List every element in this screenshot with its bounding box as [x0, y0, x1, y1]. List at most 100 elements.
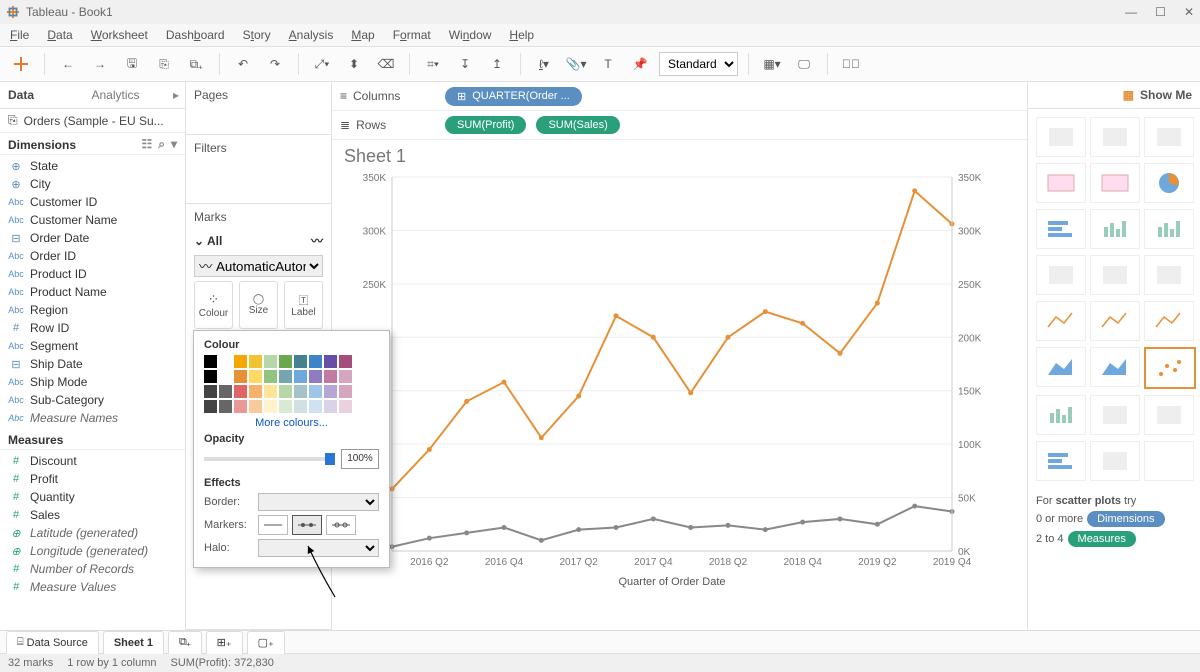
back-icon[interactable]: ←: [55, 51, 81, 77]
menu-dashboard[interactable]: Dashboard: [166, 28, 225, 42]
field-order-date[interactable]: ⊟Order Date: [0, 229, 185, 247]
swatch[interactable]: [294, 370, 307, 383]
menu-analysis[interactable]: Analysis: [289, 28, 334, 42]
showme-tree[interactable]: [1144, 117, 1194, 157]
clear-sheet-icon[interactable]: ⌫: [373, 51, 399, 77]
swatch[interactable]: [219, 400, 232, 413]
marks-all-row[interactable]: ⌄ All 〰: [186, 230, 331, 251]
search-icon[interactable]: ⌕: [158, 137, 165, 152]
swatch[interactable]: [219, 370, 232, 383]
swatch[interactable]: [264, 370, 277, 383]
field-latitude-generated-[interactable]: ⊕Latitude (generated): [0, 524, 185, 542]
swatch[interactable]: [219, 385, 232, 398]
swatch[interactable]: [339, 385, 352, 398]
highlight-icon[interactable]: ℓ▾: [531, 51, 557, 77]
presentation-icon[interactable]: 🖵: [791, 51, 817, 77]
swatch[interactable]: [324, 385, 337, 398]
tab-data[interactable]: Data: [0, 82, 83, 108]
window-maximize-icon[interactable]: ☐: [1155, 5, 1166, 19]
swatch[interactable]: [234, 370, 247, 383]
field-ship-mode[interactable]: AbcShip Mode: [0, 373, 185, 391]
showme-text[interactable]: [1036, 117, 1086, 157]
swatch[interactable]: [324, 355, 337, 368]
markers-none[interactable]: [258, 515, 288, 535]
field-region[interactable]: AbcRegion: [0, 301, 185, 319]
showme-pack[interactable]: [1090, 441, 1140, 481]
swatch[interactable]: [234, 385, 247, 398]
opacity-slider[interactable]: [204, 457, 335, 461]
swatch[interactable]: [249, 355, 262, 368]
field-sales[interactable]: #Sales: [0, 506, 185, 524]
menu-story[interactable]: Story: [243, 28, 271, 42]
field-measure-values[interactable]: #Measure Values: [0, 578, 185, 596]
view-cards-icon[interactable]: ▦▾: [759, 51, 785, 77]
new-story-icon[interactable]: ▢₊: [247, 631, 285, 654]
size-button[interactable]: ◯Size: [239, 281, 278, 329]
swatch[interactable]: [264, 355, 277, 368]
undo-icon[interactable]: ↶: [230, 51, 256, 77]
field-order-id[interactable]: AbcOrder ID: [0, 247, 185, 265]
share-icon[interactable]: ⚬⃘: [838, 51, 864, 77]
swatch[interactable]: [249, 400, 262, 413]
pill-quarter-orderdate[interactable]: ⊞QUARTER(Order ...: [445, 87, 582, 106]
datasource-row[interactable]: ⎘ Orders (Sample - EU Su...: [0, 109, 185, 133]
swatch[interactable]: [294, 355, 307, 368]
swap-icon[interactable]: ⤢▾: [309, 51, 335, 77]
forward-icon[interactable]: →: [87, 51, 113, 77]
border-select[interactable]: [258, 493, 379, 511]
swatch[interactable]: [339, 355, 352, 368]
menu-file[interactable]: File: [10, 28, 29, 42]
swatch[interactable]: [204, 370, 217, 383]
menu-help[interactable]: Help: [509, 28, 534, 42]
save-icon[interactable]: 🖫: [119, 51, 145, 77]
tab-data-source[interactable]: ⌸ Data Source: [6, 631, 99, 654]
new-sheet-icon[interactable]: ⧉₊: [183, 51, 209, 77]
field-longitude-generated-[interactable]: ⊕Longitude (generated): [0, 542, 185, 560]
swatch[interactable]: [309, 400, 322, 413]
swatch[interactable]: [294, 385, 307, 398]
showme-gantt[interactable]: [1144, 395, 1194, 435]
field-number-of-records[interactable]: #Number of Records: [0, 560, 185, 578]
showme-line3[interactable]: [1144, 301, 1194, 341]
field-measure-names[interactable]: AbcMeasure Names: [0, 409, 185, 427]
swatch[interactable]: [294, 400, 307, 413]
filters-card[interactable]: Filters: [186, 135, 331, 161]
fit-select[interactable]: Standard: [659, 52, 738, 76]
showme-line2[interactable]: [1090, 301, 1140, 341]
swatch[interactable]: [339, 400, 352, 413]
swatch[interactable]: [324, 400, 337, 413]
swatch[interactable]: [204, 355, 217, 368]
more-colours-link[interactable]: More colours...: [204, 413, 379, 431]
label-icon[interactable]: T: [595, 51, 621, 77]
field-ship-date[interactable]: ⊟Ship Date: [0, 355, 185, 373]
swatch[interactable]: [309, 370, 322, 383]
swatch[interactable]: [279, 370, 292, 383]
menu-worksheet[interactable]: Worksheet: [91, 28, 148, 42]
new-datasource-icon[interactable]: ⎘: [151, 51, 177, 77]
menu-window[interactable]: Window: [449, 28, 492, 42]
showme-[interactable]: [1144, 441, 1194, 481]
swatch[interactable]: [234, 355, 247, 368]
label-button[interactable]: 🅃Label: [284, 281, 323, 329]
showme-bullet[interactable]: [1036, 441, 1086, 481]
showme-map2[interactable]: [1090, 163, 1140, 203]
colour-button[interactable]: ⁘Colour: [194, 281, 233, 329]
field-segment[interactable]: AbcSegment: [0, 337, 185, 355]
swatch[interactable]: [234, 400, 247, 413]
swatch[interactable]: [264, 400, 277, 413]
swatch[interactable]: [249, 370, 262, 383]
swatch[interactable]: [264, 385, 277, 398]
field-state[interactable]: ⊕State: [0, 157, 185, 175]
field-customer-name[interactable]: AbcCustomer Name: [0, 211, 185, 229]
swatch[interactable]: [204, 385, 217, 398]
field-product-name[interactable]: AbcProduct Name: [0, 283, 185, 301]
pin-icon[interactable]: 📌: [627, 51, 653, 77]
sort-asc2-icon[interactable]: ↥: [484, 51, 510, 77]
showme-line1[interactable]: [1036, 301, 1086, 341]
tab-analytics[interactable]: Analytics: [83, 82, 166, 108]
showme-map1[interactable]: [1036, 163, 1086, 203]
markers-filled[interactable]: [292, 515, 322, 535]
menu-icon[interactable]: ▾: [171, 137, 177, 152]
showme-hist[interactable]: [1036, 395, 1086, 435]
showme-pie[interactable]: [1144, 163, 1194, 203]
